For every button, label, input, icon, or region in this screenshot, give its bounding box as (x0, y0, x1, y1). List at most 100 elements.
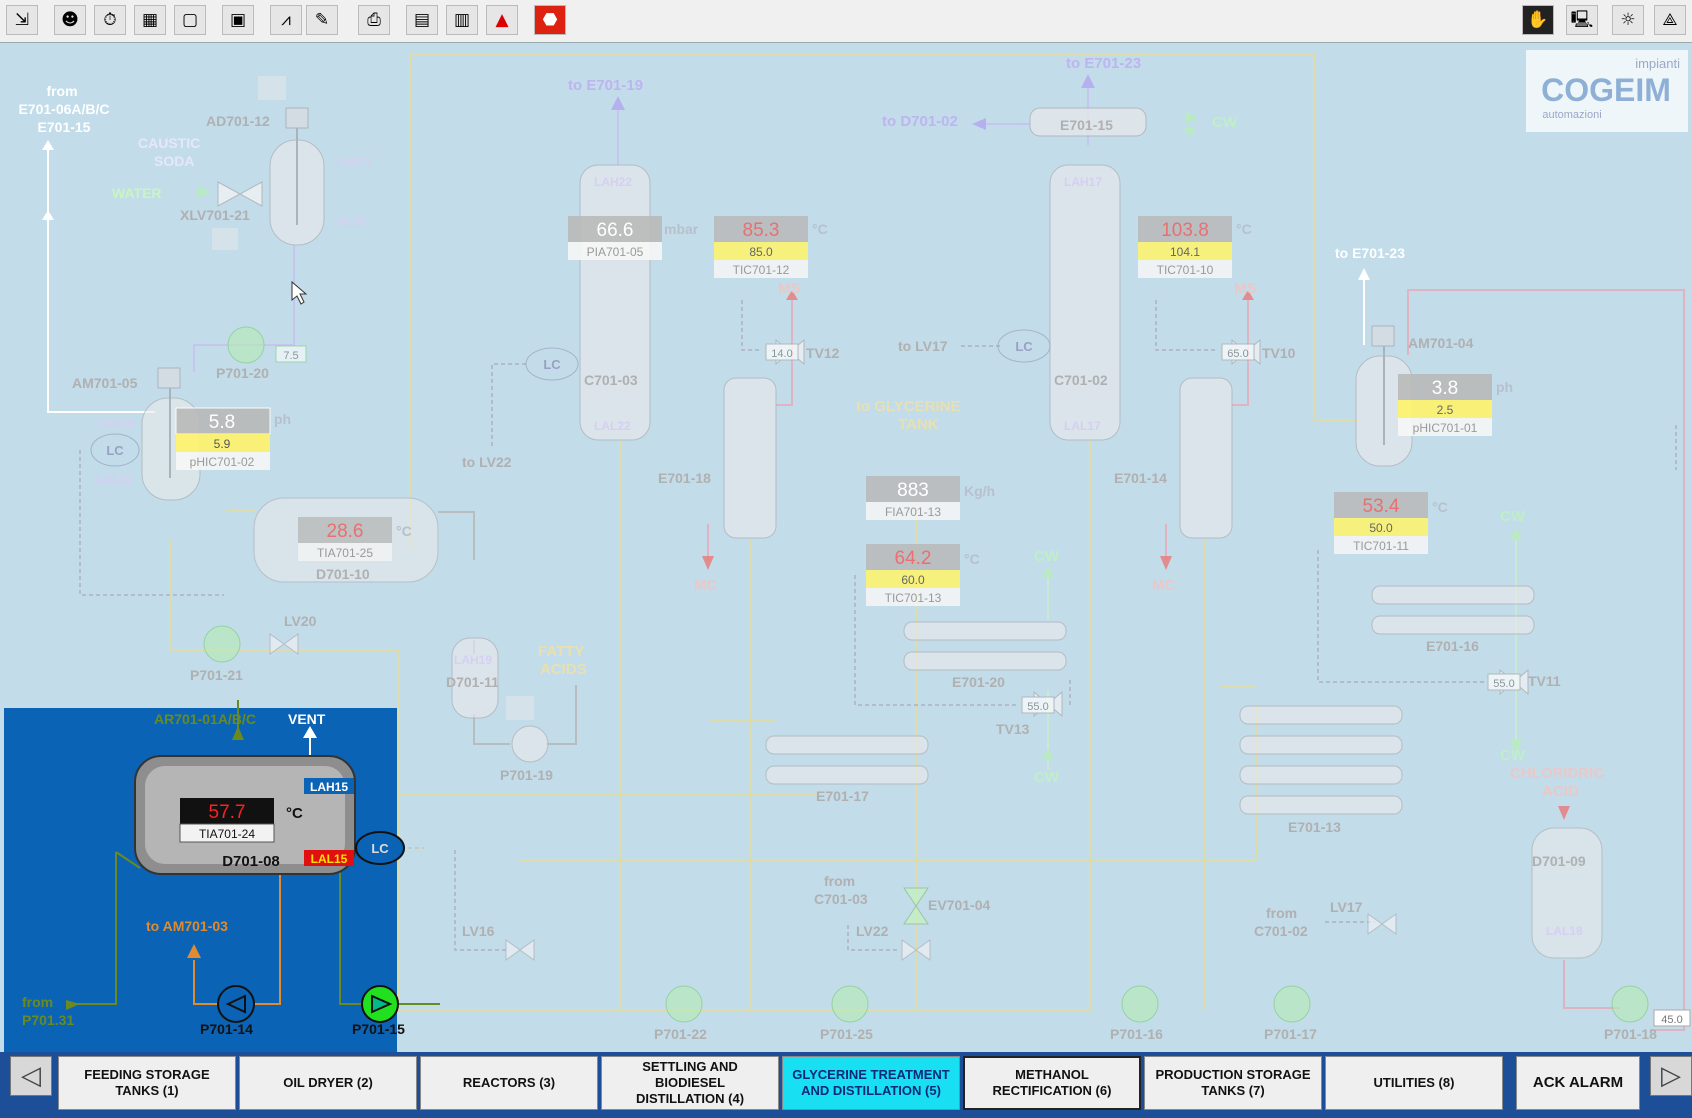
cogeim-logo: impianti COGEIM automazioni (1526, 50, 1688, 132)
tia701-25-faceplate[interactable]: 28.6 TIA701-25 (298, 517, 392, 561)
pia701-05-faceplate[interactable]: 66.6 PIA701-05 (568, 216, 662, 260)
stopwatch-icon[interactable]: ⏱ (94, 5, 126, 35)
tia701-24-tag: TIA701-24 (199, 827, 255, 841)
tab-label: AND DISTILLATION (5) (801, 1083, 941, 1098)
table-icon[interactable]: ▥ (446, 5, 478, 35)
tab-oil-dryer[interactable]: OIL DRYER (2) (239, 1056, 417, 1110)
exchanger-e701-13[interactable] (1239, 705, 1403, 815)
exchanger-e701-20[interactable] (903, 621, 1067, 671)
unit-degc: °C (964, 551, 980, 567)
label-am701-05: AM701-05 (72, 375, 138, 391)
label-la821: LA821 (336, 155, 372, 169)
exchanger-e701-17[interactable] (765, 735, 929, 785)
pump-p701-21[interactable] (203, 625, 241, 663)
hand-stop-icon[interactable]: ✋ (1522, 5, 1554, 35)
tic701-10-faceplate[interactable]: 103.8 104.1 TIC701-10 (1138, 216, 1232, 278)
pump-p701-14[interactable] (217, 985, 255, 1023)
tab-methanol-rectification[interactable]: METHANOL RECTIFICATION (6) (963, 1056, 1141, 1110)
label-from-c701-03: from (824, 873, 855, 889)
valve-tv11[interactable]: 55.0 (1487, 668, 1529, 696)
tab-feeding-storage-tanks[interactable]: FEEDING STORAGE TANKS (1) (58, 1056, 236, 1110)
tic701-12-faceplate[interactable]: 85.3 85.0 TIC701-12 (714, 216, 808, 278)
valve-tv12[interactable]: 14.0 (765, 338, 805, 366)
pump-p701-16[interactable] (1121, 985, 1159, 1023)
counter-icon[interactable]: ▣ (222, 5, 254, 35)
tab-label: TANKS (7) (1201, 1083, 1265, 1098)
unit-degc: °C (1432, 499, 1448, 515)
phic701-01-faceplate[interactable]: 3.8 2.5 pHIC701-01 (1398, 374, 1492, 436)
pump-p701-19[interactable] (511, 725, 549, 763)
tic701-13-faceplate[interactable]: 64.2 60.0 TIC701-13 (866, 544, 960, 606)
tab-glycerine-treatment-distillation[interactable]: GLYCERINE TREATMENT AND DISTILLATION (5) (782, 1056, 960, 1110)
phic701-01-setpoint: 2.5 (1437, 403, 1454, 417)
users-icon[interactable]: ☻ (54, 5, 86, 35)
status-indicator (258, 76, 286, 100)
label-cw: CW (1212, 114, 1238, 131)
archive-icon[interactable]: ▤ (406, 5, 438, 35)
tab-settling-biodiesel-distillation[interactable]: SETTLING AND BIODIESEL DISTILLATION (4) (601, 1056, 779, 1110)
label-lc: LC (543, 357, 561, 372)
tic701-11-tag: TIC701-11 (1353, 539, 1409, 553)
warning-icon[interactable]: ▲ (486, 5, 518, 35)
inset-ar701-label: AR701-01A/B/C (154, 711, 256, 727)
valve-lv17[interactable] (1367, 913, 1397, 935)
navigation-bar: ◁ FEEDING STORAGE TANKS (1) OIL DRYER (2)… (0, 1052, 1692, 1118)
column-c701-03[interactable] (579, 164, 651, 441)
printer-icon[interactable]: ⎙ (358, 5, 390, 35)
pump-p701-18[interactable]: 45.0 (1611, 985, 1691, 1027)
trend-icon[interactable]: ⩘ (270, 5, 302, 35)
phic701-02-faceplate[interactable]: 5.8 5.9 pHIC701-02 (175, 407, 271, 470)
label-al21: AL21 (336, 215, 366, 229)
exchanger-e701-16[interactable] (1371, 585, 1535, 635)
tab-utilities[interactable]: UTILITIES (8) (1325, 1056, 1503, 1110)
label-p701-21: P701-21 (190, 667, 243, 683)
pump-p701-17[interactable] (1273, 985, 1311, 1023)
tab-production-storage-tanks[interactable]: PRODUCTION STORAGE TANKS (7) (1144, 1056, 1322, 1110)
label-to-glycerine: to GLYCERINE (856, 398, 960, 415)
prev-page-button[interactable]: ◁ (10, 1056, 52, 1096)
next-page-button[interactable]: ▷ (1650, 1056, 1692, 1096)
tab-label: REACTORS (3) (462, 1075, 556, 1090)
valve-ev701-04[interactable] (903, 887, 929, 925)
brightness-icon[interactable]: ☼ (1612, 5, 1644, 35)
label-d701-11: D701-11 (446, 674, 499, 690)
ack-alarm-button[interactable]: ACK ALARM (1516, 1056, 1640, 1110)
label-p701-20: P701-20 (216, 365, 269, 381)
tank-icon[interactable]: ⟁ (1654, 5, 1686, 35)
label-xlv701-21: XLV701-21 (180, 207, 250, 223)
label-lc: LC (106, 443, 124, 458)
display-icon[interactable]: ▢ (174, 5, 206, 35)
pump-p701-25[interactable] (831, 985, 869, 1023)
logo-top: impianti (1635, 56, 1680, 71)
unit-mbar: mbar (664, 221, 699, 237)
label-water: WATER (112, 185, 162, 201)
valve-lv16[interactable] (505, 939, 535, 961)
exchanger-e701-14[interactable] (1179, 377, 1233, 539)
valve-tv10[interactable]: 65.0 (1221, 338, 1261, 366)
stop-icon[interactable]: ⬣ (534, 5, 566, 35)
report-icon[interactable]: ✎ (306, 5, 338, 35)
label-from-source: E701-06A/B/C (18, 101, 109, 117)
fia701-13-faceplate[interactable]: 883 FIA701-13 (866, 476, 960, 520)
exit-icon[interactable]: ⇲ (6, 5, 38, 35)
exchanger-e701-18[interactable] (723, 377, 777, 539)
inset-d701-08[interactable]: 57.7 °C TIA701-24 D701-08 LAH15 LAL15 LC… (4, 700, 440, 1052)
computer-icon[interactable]: 🖳 (1566, 5, 1598, 35)
inset-p701-15-label: P701-15 (352, 1021, 405, 1037)
tic701-10-setpoint: 104.1 (1170, 245, 1200, 259)
label-e701-13: E701-13 (1288, 819, 1341, 835)
tic701-10-tag: TIC701-10 (1157, 263, 1214, 277)
inset-from-source: P701.31 (22, 1012, 74, 1028)
reactor-ad701-12[interactable] (269, 107, 325, 246)
tab-reactors[interactable]: REACTORS (3) (420, 1056, 598, 1110)
column-c701-02[interactable] (1049, 164, 1121, 441)
valve-xlv701-21[interactable] (217, 181, 263, 207)
tank-d701-09[interactable] (1531, 827, 1603, 959)
valve-tv13[interactable]: 55.0 (1021, 690, 1063, 718)
label-lah22: LAH22 (594, 175, 632, 189)
label-ev701-04: EV701-04 (928, 897, 990, 913)
tic701-11-faceplate[interactable]: 53.4 50.0 TIC701-11 (1334, 492, 1428, 554)
lah15-alarm: LAH15 (310, 780, 348, 794)
calculator-icon[interactable]: ▦ (134, 5, 166, 35)
pump-p701-22[interactable] (665, 985, 703, 1023)
